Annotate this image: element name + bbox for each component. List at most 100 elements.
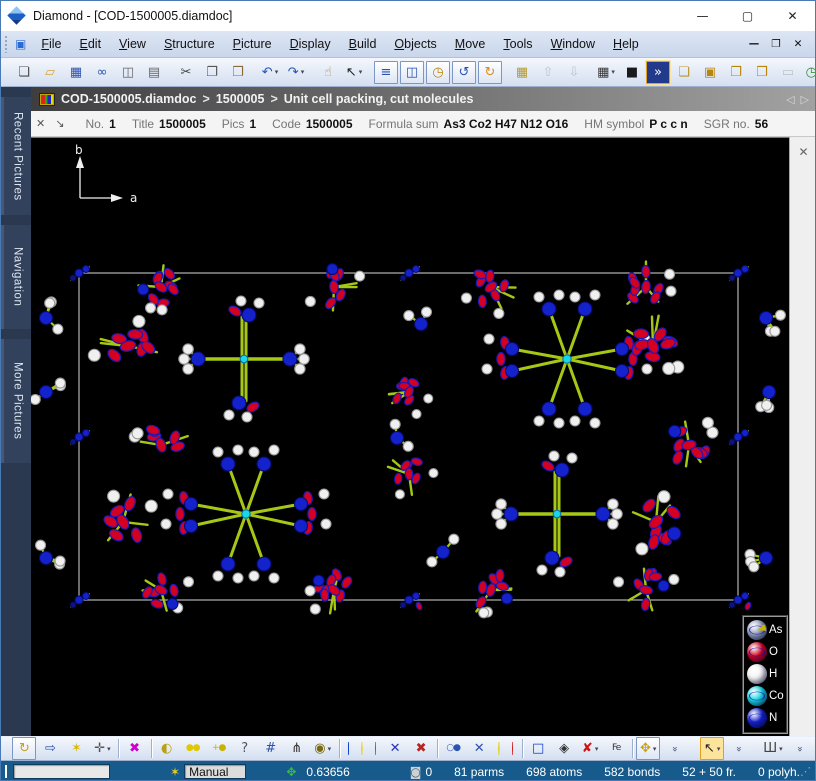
menu-tools[interactable]: Tools [494, 34, 541, 54]
molecule-cluster-as[interactable] [87, 314, 159, 364]
molecule-cluster-as[interactable] [631, 490, 682, 556]
molecule-cluster-knot[interactable] [69, 428, 91, 446]
molecule-cluster-knot[interactable] [399, 591, 423, 611]
grow-fragment-button[interactable]: ⋔ [285, 737, 309, 760]
delete-atoms-button-dropdown[interactable]: ▾ [595, 745, 599, 753]
new-document-button[interactable]: ❏ [12, 61, 36, 84]
unit-cell-button[interactable]: □ [526, 737, 550, 760]
picture-history-button[interactable]: ◷▾ [802, 61, 815, 84]
menubar-grip[interactable] [4, 35, 9, 53]
sidebar-tab-more-pictures[interactable]: More Pictures [1, 339, 31, 463]
maximize-button[interactable]: ▢ [725, 1, 770, 31]
close-button[interactable]: ✕ [770, 1, 815, 31]
remove-all-polyhedra-button[interactable]: ✖ [409, 737, 433, 760]
build-tools-button-dropdown[interactable]: ▾ [107, 745, 111, 753]
molecule-cluster-as[interactable] [102, 489, 158, 544]
molecule-cluster-as[interactable] [386, 457, 439, 500]
redo-button-dropdown[interactable]: ▾ [301, 68, 305, 76]
add-atoms-button[interactable]: ●● [181, 737, 205, 760]
coordination-sphere-button[interactable]: ◉ ▾ [311, 737, 335, 760]
panel-close-icon[interactable]: ✕ [795, 145, 813, 159]
find-button[interactable]: ∞ [90, 61, 114, 84]
ring-yellow-button[interactable] [498, 742, 500, 755]
sidebar-tab-navigation[interactable]: Navigation [1, 225, 31, 329]
menu-edit[interactable]: Edit [71, 34, 111, 54]
redo-button[interactable]: ↷ ▾ [284, 61, 308, 84]
edit-molecule-button[interactable]: ✕ [467, 737, 491, 760]
info-expand-button[interactable]: ↘ [55, 117, 64, 130]
polyhedra-filled-button[interactable] [361, 742, 363, 755]
mdi-minimize-button[interactable]: — [743, 38, 765, 50]
select-mode-button-dropdown[interactable]: ▾ [359, 68, 363, 76]
molecule-cluster-frag[interactable] [35, 539, 66, 570]
remove-polyhedron-button[interactable]: ✕ [383, 737, 407, 760]
menu-file[interactable]: File [32, 34, 70, 54]
screen-view-button[interactable]: ■ [620, 61, 644, 84]
grid-layout-button[interactable]: ▦ ▾ [594, 61, 618, 84]
add-atom-button[interactable]: +● [207, 737, 231, 760]
paste-picture-button[interactable]: ❒ [750, 61, 774, 84]
pan-button[interactable]: ☝ [316, 61, 340, 84]
copy-picture-button[interactable]: ❐ [724, 61, 748, 84]
picture-wizard-button[interactable]: ✶ [64, 737, 88, 760]
table-button[interactable]: ▦ [510, 61, 534, 84]
menu-window[interactable]: Window [542, 34, 604, 54]
menu-view[interactable]: View [110, 34, 155, 54]
pointer-mode-button-dropdown[interactable]: ▾ [717, 745, 721, 753]
molecule-cluster-knot[interactable] [728, 591, 752, 611]
measure-button[interactable]: Ш ▾ [761, 737, 785, 760]
molecule-cluster-as[interactable] [141, 572, 195, 614]
crumb-forward-button[interactable]: ▷ [801, 93, 809, 106]
molecule-cluster-as[interactable] [474, 568, 513, 619]
molecule-cluster-cross[interactable] [178, 295, 310, 423]
structure-canvas[interactable]: ba As O H Co N [31, 137, 789, 736]
polyhedra-outline-button[interactable] [347, 742, 350, 755]
panes-toggle[interactable]: ◫ [400, 60, 424, 84]
measure-button-dropdown[interactable]: ▾ [779, 745, 783, 753]
menu-objects[interactable]: Objects [385, 34, 445, 54]
move-mode-button-dropdown[interactable]: ▾ [653, 745, 657, 753]
mdi-restore-button[interactable]: ❐ [765, 38, 787, 50]
add-species-button[interactable]: Fe [604, 737, 628, 760]
molecule-cluster-frag[interactable] [389, 418, 414, 452]
info-close-button[interactable]: ✕ [36, 117, 45, 130]
update-picture-button[interactable]: ↻ [12, 737, 37, 760]
measure-overflow-button[interactable]: » [787, 737, 811, 760]
picture-button[interactable]: ▣ [698, 61, 722, 84]
crumb-back-button[interactable]: ◁ [786, 93, 794, 106]
undo-view-button[interactable]: ↺ [452, 60, 476, 84]
menu-picture[interactable]: Picture [224, 34, 281, 54]
molecule-cluster-as[interactable] [387, 376, 434, 420]
mdi-close-button[interactable]: ✕ [787, 38, 809, 50]
cut-button[interactable]: ✂ [174, 61, 198, 84]
breadcrumb-segment[interactable]: 1500005 [216, 92, 265, 106]
new-picture-button[interactable]: ❏ [672, 61, 696, 84]
menu-display[interactable]: Display [281, 34, 340, 54]
move-mode-button[interactable]: ✥ ▾ [636, 737, 661, 760]
molecule-cluster-as[interactable] [304, 567, 353, 615]
move-overflow-button[interactable]: » [662, 737, 686, 760]
molecule-cluster-star[interactable] [160, 444, 332, 584]
molecule-cluster-as[interactable] [304, 263, 366, 312]
molecule-cluster-as[interactable] [626, 260, 677, 306]
breadcrumb-segment[interactable]: COD-1500005.diamdoc [61, 92, 196, 106]
coordination-sphere-button-dropdown[interactable]: ▾ [328, 745, 332, 753]
polyhedra-edges-button[interactable] [374, 742, 377, 755]
pointer-overflow-button[interactable]: » [726, 737, 750, 760]
history-view-toggle[interactable]: ◷ [426, 60, 450, 84]
sidebar-tab-recent-pictures[interactable]: Recent Pictures [1, 97, 31, 215]
molecule-cluster-frag[interactable] [31, 377, 67, 406]
molecule-cluster-star[interactable] [481, 289, 653, 429]
molecule-cluster-frag[interactable] [426, 533, 460, 568]
undo-button[interactable]: ↶ ▾ [258, 61, 282, 84]
paste-button[interactable]: ❒ [226, 61, 250, 84]
copy-button[interactable]: ❐ [200, 61, 224, 84]
apply-to-picture-button[interactable]: ⇨ [38, 737, 62, 760]
molecule-cluster-knot[interactable] [728, 428, 750, 446]
planes-button[interactable]: ◈ [552, 737, 576, 760]
tree-view-toggle[interactable]: ≡ [374, 60, 398, 84]
print-preview-button[interactable]: ◫ [116, 61, 140, 84]
menu-build[interactable]: Build [340, 34, 386, 54]
delete-atoms-button[interactable]: ✘ ▾ [578, 737, 602, 760]
molecule-cluster-as[interactable] [128, 424, 189, 454]
